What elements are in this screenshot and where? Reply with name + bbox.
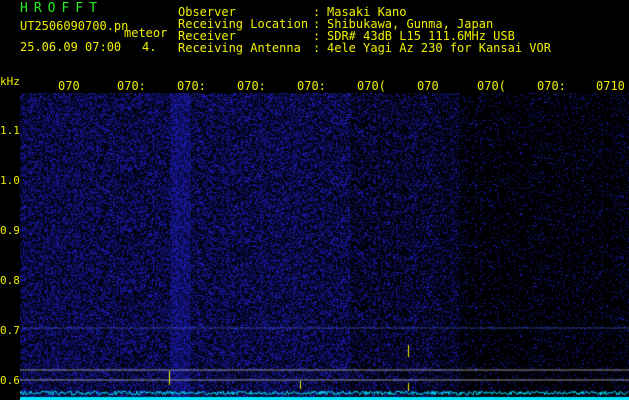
y-tick-label: 1.1 bbox=[0, 124, 20, 137]
time-tick: 070: bbox=[537, 79, 566, 93]
antenna-label: Receiving Antenna bbox=[178, 41, 301, 55]
y-tick-label: 0.9 bbox=[0, 224, 20, 237]
time-tick: 070: bbox=[177, 79, 206, 93]
time-tick: 070( bbox=[357, 79, 386, 93]
app-title: HROFFT bbox=[20, 1, 103, 16]
time-tick: 070: bbox=[117, 79, 146, 93]
file-name: UT2506090700.pn bbox=[20, 19, 129, 33]
time-tick: 070: bbox=[237, 79, 266, 93]
count: 4. bbox=[142, 40, 157, 54]
time-tick: 070( bbox=[477, 79, 506, 93]
datetime: 25.06.09 07:00 bbox=[20, 40, 122, 54]
y-tick-label: 1.0 bbox=[0, 174, 20, 187]
y-unit-label: kHz bbox=[0, 75, 20, 88]
mode-label: meteor bbox=[124, 26, 168, 40]
time-tick: 070 bbox=[58, 79, 80, 93]
antenna-value: 4ele Yagi Az 230 for Kansai VOR bbox=[327, 41, 551, 55]
y-tick-label: 0.8 bbox=[0, 274, 20, 287]
spectrogram bbox=[20, 93, 629, 400]
y-tick-label: 0.7 bbox=[0, 324, 20, 337]
time-tick: 070 bbox=[417, 79, 439, 93]
time-tick: 070: bbox=[297, 79, 326, 93]
y-tick-label: 0.6 bbox=[0, 374, 20, 387]
time-tick: 0710 bbox=[596, 79, 625, 93]
colon: : bbox=[313, 41, 321, 55]
